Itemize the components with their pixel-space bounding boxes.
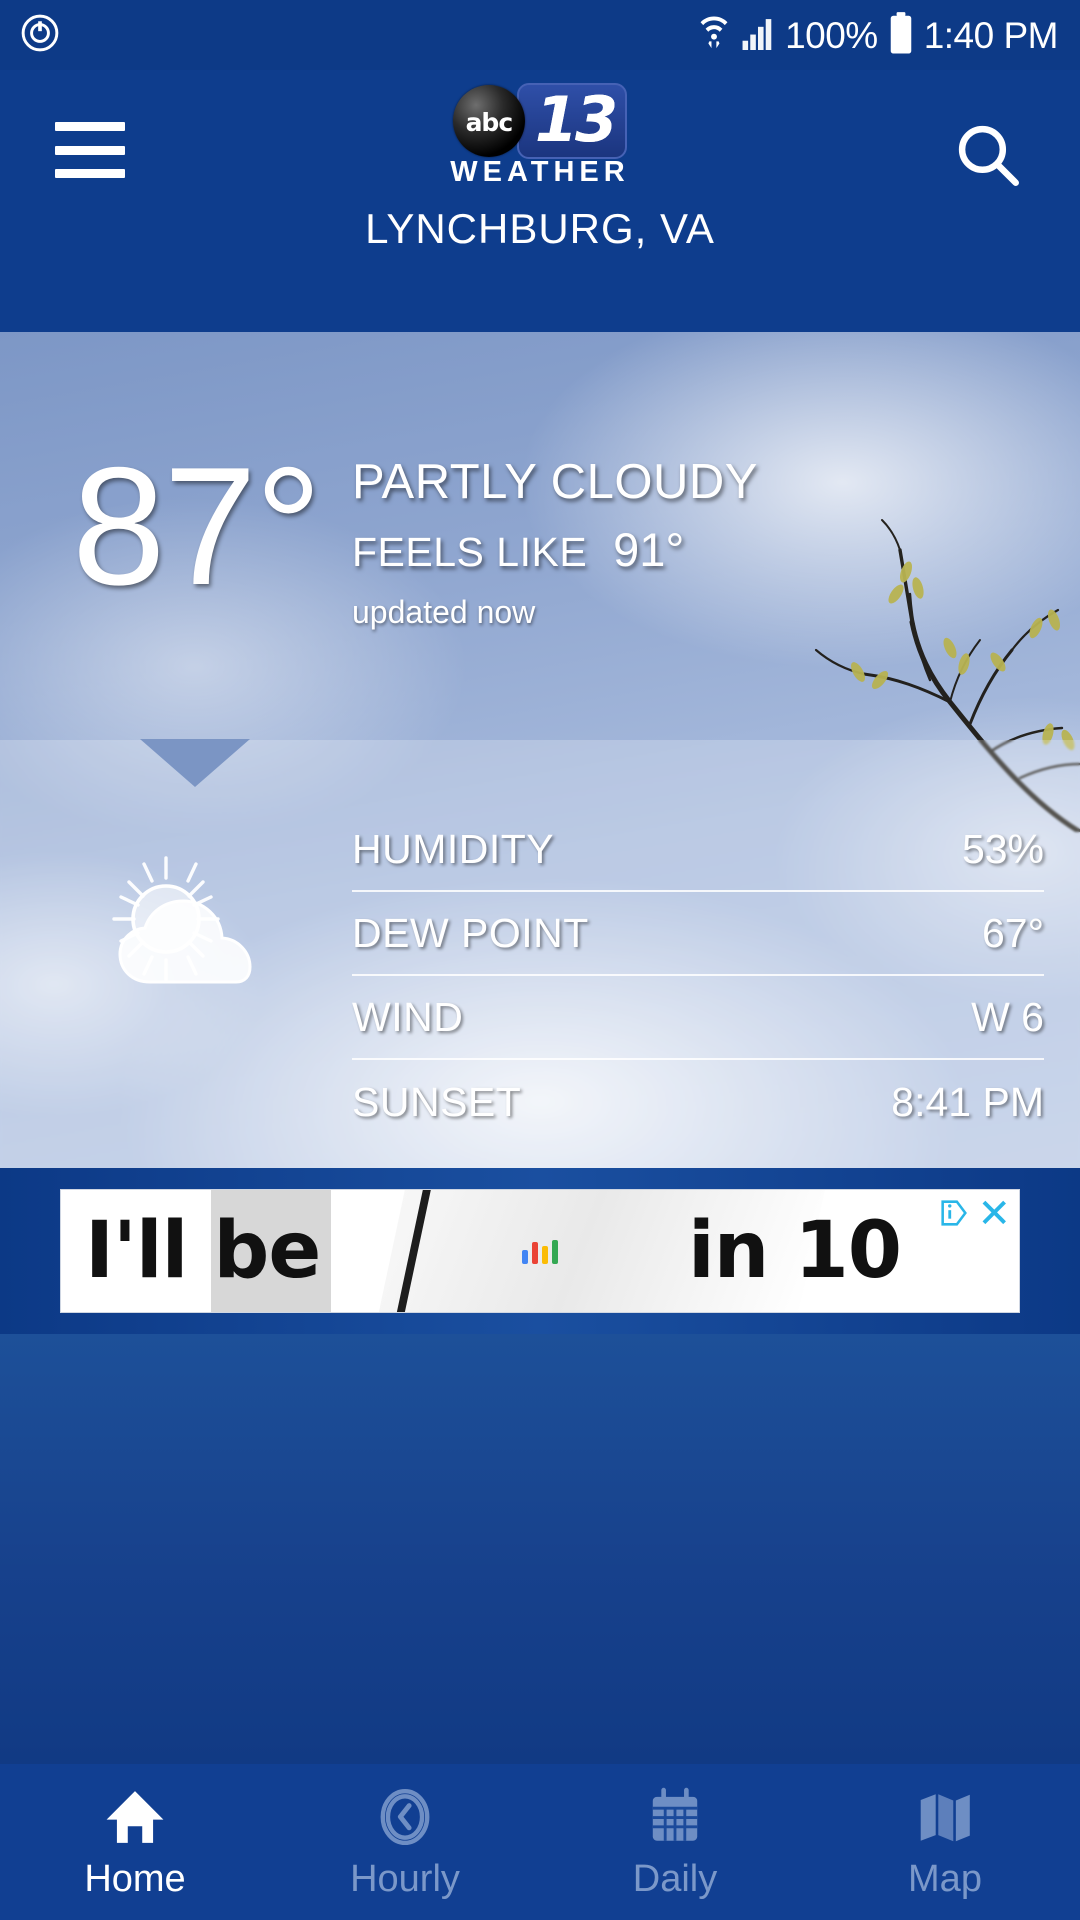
nav-label-hourly: Hourly <box>350 1857 460 1900</box>
nav-label-map: Map <box>908 1857 982 1900</box>
nav-item-daily[interactable]: Daily <box>540 1764 810 1920</box>
last-updated-label: updated now <box>352 594 536 630</box>
status-bar: 100% 1:40 PM <box>0 0 1080 70</box>
content-filler-area <box>0 1334 1080 1764</box>
ad-close-icon[interactable]: ✕ <box>977 1194 1011 1234</box>
feels-like-value: 91° <box>613 523 685 576</box>
power-circle-icon <box>18 11 62 60</box>
detail-label-wind: WIND <box>352 993 464 1040</box>
detail-row-wind: WIND W 6 <box>352 976 1044 1060</box>
bottom-navigation-bar: Home Hourly Daily Map <box>0 1764 1080 1920</box>
nav-item-map[interactable]: Map <box>810 1764 1080 1920</box>
status-bar-right: 100% 1:40 PM <box>697 11 1059 60</box>
brand-block: abc 13 WEATHER LYNCHBURG, VA <box>0 83 1080 253</box>
details-rows: HUMIDITY 53% DEW POINT 67° WIND W 6 SUNS… <box>352 808 1044 1144</box>
current-temperature: 87° <box>72 432 322 620</box>
current-details-panel: HUMIDITY 53% DEW POINT 67° WIND W 6 SUNS… <box>0 739 1080 1168</box>
detail-label-humidity: HUMIDITY <box>352 825 555 872</box>
battery-full-icon <box>888 11 914 60</box>
adchoices-icon[interactable] <box>937 1196 971 1230</box>
detail-row-humidity: HUMIDITY 53% <box>352 808 1044 892</box>
ad-banner-container: I'll be in 10 ✕ <box>0 1168 1080 1334</box>
ad-text-left: I'll be <box>85 1206 321 1296</box>
channel-number-badge: 13 <box>516 83 628 159</box>
detail-value-dew-point: 67° <box>981 909 1044 956</box>
status-bar-clock: 1:40 PM <box>923 14 1059 56</box>
ad-banner[interactable]: I'll be in 10 ✕ <box>60 1189 1020 1313</box>
feels-like-row: FEELS LIKE 91° <box>352 522 684 577</box>
clock-icon <box>373 1784 437 1850</box>
feels-like-label: FEELS LIKE <box>352 529 588 575</box>
battery-percent-label: 100% <box>785 14 878 56</box>
calendar-icon <box>643 1784 707 1850</box>
current-conditions-hero: 87° PARTLY CLOUDY FEELS LIKE 91° updated… <box>0 332 1080 1168</box>
nav-label-home: Home <box>84 1857 186 1900</box>
abc-ball-icon: abc <box>452 85 525 157</box>
detail-row-sunset: SUNSET 8:41 PM <box>352 1060 1044 1144</box>
channel-number: 13 <box>534 83 618 156</box>
detail-label-sunset: SUNSET <box>352 1078 522 1125</box>
cell-signal-icon <box>741 14 775 57</box>
detail-value-sunset: 8:41 PM <box>891 1078 1044 1125</box>
current-condition-text: PARTLY CLOUDY <box>352 455 758 509</box>
detail-value-wind: W 6 <box>971 993 1044 1040</box>
detail-value-humidity: 53% <box>961 825 1044 872</box>
detail-row-dew-point: DEW POINT 67° <box>352 892 1044 976</box>
abc-wordmark: abc <box>465 107 514 137</box>
app-header: abc 13 WEATHER LYNCHBURG, VA <box>0 70 1080 332</box>
nav-label-daily: Daily <box>632 1857 718 1900</box>
ad-assistant-dots-icon <box>522 1238 558 1264</box>
nav-item-hourly[interactable]: Hourly <box>270 1764 540 1920</box>
status-bar-left <box>18 11 62 60</box>
home-icon <box>103 1784 167 1850</box>
ad-text-right: in 10 <box>688 1206 902 1296</box>
location-label[interactable]: LYNCHBURG, VA <box>365 205 715 253</box>
wifi-icon <box>697 12 731 59</box>
sun-behind-cloud-icon <box>112 856 252 984</box>
weather-wordmark: WEATHER <box>450 156 630 188</box>
detail-label-dew-point: DEW POINT <box>352 909 589 956</box>
panel-notch <box>140 739 250 787</box>
abc13-logo: abc 13 <box>452 83 628 159</box>
map-icon <box>913 1784 977 1850</box>
nav-item-home[interactable]: Home <box>0 1764 270 1920</box>
